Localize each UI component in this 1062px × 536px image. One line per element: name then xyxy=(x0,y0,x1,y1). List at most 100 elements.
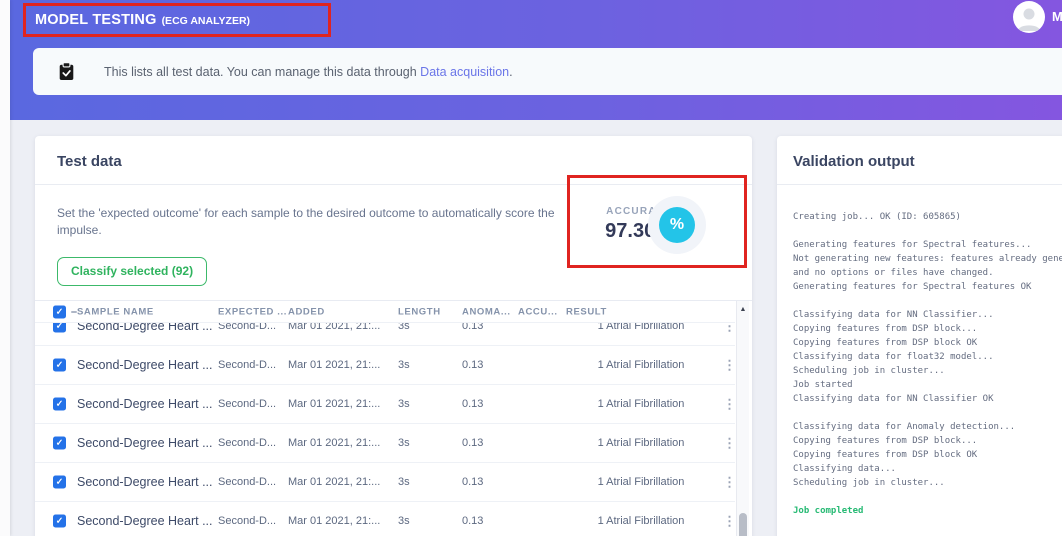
console-line: Copying features from DSP block... xyxy=(793,322,1062,336)
info-banner: This lists all test data. You can manage… xyxy=(33,48,1062,95)
classify-selected-button[interactable]: Classify selected (92) xyxy=(57,257,207,286)
cell-result: 1 Atrial Fibrillation xyxy=(566,359,716,371)
column-header-expected[interactable]: EXPECTED ... xyxy=(218,306,284,317)
vertical-dots-icon[interactable]: ⋮ xyxy=(719,476,735,489)
banner-text-before: This lists all test data. You can manage… xyxy=(104,65,420,79)
vertical-dots-icon[interactable]: ⋮ xyxy=(719,323,735,333)
person-icon xyxy=(1017,5,1041,31)
console-line: Copying features from DSP block... xyxy=(793,434,1062,448)
vertical-dots-icon[interactable]: ⋮ xyxy=(719,515,735,528)
console-line: Classifying data for NN Classifier OK xyxy=(793,392,1062,406)
cell-expected: Second-D... xyxy=(218,398,284,410)
console-line: Classifying data for Anomaly detection..… xyxy=(793,420,1062,434)
table-row[interactable]: ✓ Second-Degree Heart ...Second-D... Mar 0… xyxy=(35,385,735,424)
console-line xyxy=(793,294,1062,308)
cell-length: 3s xyxy=(398,398,458,410)
test-data-card-title: Test data xyxy=(35,136,752,185)
vertical-dots-icon[interactable]: ⋮ xyxy=(719,437,735,450)
console-line: Creating job... OK (ID: 605865) xyxy=(793,210,1062,224)
user-avatar[interactable] xyxy=(1013,1,1045,33)
cell-anomaly: 0.13 xyxy=(462,437,514,449)
cell-sample: Second-Degree Heart ... xyxy=(77,397,215,411)
console-line: Scheduling job in cluster... xyxy=(793,476,1062,490)
console-line: Generating features for Spectral feature… xyxy=(793,238,1062,252)
cell-sample: Second-Degree Heart ... xyxy=(77,323,215,333)
data-acquisition-link[interactable]: Data acquisition xyxy=(420,65,509,79)
vertical-dots-icon[interactable]: ⋮ xyxy=(719,359,735,372)
cell-sample: Second-Degree Heart ... xyxy=(77,514,215,528)
cell-length: 3s xyxy=(398,359,458,371)
table-row[interactable]: ✓ Second-Degree Heart ...Second-D... Mar 0… xyxy=(35,346,735,385)
model-testing-page: MODEL TESTING (ECG ANALYZER) M This lists… xyxy=(0,0,1062,536)
table-body: ✓Second-Degree Heart ...Second-D...Mar 0… xyxy=(35,323,735,536)
scrollbar-thumb[interactable] xyxy=(739,513,747,536)
cell-added: Mar 01 2021, 21:... xyxy=(288,437,394,449)
page-title: MODEL TESTING (ECG ANALYZER) xyxy=(35,11,250,29)
page-title-sub: (ECG ANALYZER) xyxy=(162,15,250,27)
user-name-label: M xyxy=(1052,9,1062,24)
column-header-added[interactable]: ADDED xyxy=(288,306,394,317)
cell-result: 1 Atrial Fibrillation xyxy=(566,323,716,332)
cell-length: 3s xyxy=(398,476,458,488)
cell-result: 1 Atrial Fibrillation xyxy=(566,476,716,488)
cell-sample: Second-Degree Heart ... xyxy=(77,475,215,489)
table-row[interactable]: ✓ Second-Degree Heart ...Second-D... Mar 0… xyxy=(35,424,735,463)
console-line xyxy=(793,406,1062,420)
console-line: Copying features from DSP block OK xyxy=(793,448,1062,462)
console-line: and no options or files have changed. xyxy=(793,266,1062,280)
column-header-length[interactable]: LENGTH xyxy=(398,306,458,317)
table-row[interactable]: ✓Second-Degree Heart ...Second-D...Mar 0… xyxy=(35,463,735,502)
row-checkbox[interactable]: ✓ xyxy=(53,437,66,450)
cell-length: 3s xyxy=(398,323,458,332)
column-header-anomaly[interactable]: ANOMA... xyxy=(462,306,514,317)
banner-text-after: . xyxy=(509,65,512,79)
select-all-checkbox[interactable]: ✓ xyxy=(53,305,66,318)
cell-added: Mar 01 2021, 21:... xyxy=(288,515,394,527)
table-header-row: ✓ SAMPLE NAMEEXPECTED ... ADDED LENGTH ANOM… xyxy=(35,301,735,323)
cell-result: 1 Atrial Fibrillation xyxy=(566,437,716,449)
banner-text: This lists all test data. You can manage… xyxy=(104,65,513,79)
console-line: Copying features from DSP block OK xyxy=(793,336,1062,350)
table-row[interactable]: ✓ Second-Degree Heart ...Second-D... Mar 0… xyxy=(35,502,735,536)
row-checkbox[interactable]: ✓ xyxy=(53,476,66,489)
cell-sample: Second-Degree Heart ... xyxy=(77,358,215,372)
console-line: Job started xyxy=(793,378,1062,392)
vertical-dots-icon[interactable]: ⋮ xyxy=(719,398,735,411)
cell-result: 1 Atrial Fibrillation xyxy=(566,398,716,410)
test-data-description: Set the 'expected outcome' for each samp… xyxy=(57,205,562,239)
table-scrollbar[interactable]: ▲ xyxy=(736,301,749,536)
table-row[interactable]: ✓Second-Degree Heart ...Second-D...Mar 0… xyxy=(35,323,735,346)
cell-length: 3s xyxy=(398,437,458,449)
console-line: Classifying data for NN Classifier... xyxy=(793,308,1062,322)
cell-anomaly: 0.13 xyxy=(462,323,514,332)
column-header-accuracy[interactable]: ACCU... xyxy=(518,306,562,317)
console-line: Generating features for Spectral feature… xyxy=(793,280,1062,294)
cell-added: Mar 01 2021, 21:... xyxy=(288,359,394,371)
column-header-sample[interactable]: SAMPLE NAME xyxy=(77,306,215,317)
column-header-result[interactable]: RESULT xyxy=(566,306,716,317)
cell-added: Mar 01 2021, 21:... xyxy=(288,323,394,332)
cell-added: Mar 01 2021, 21:... xyxy=(288,476,394,488)
cell-added: Mar 01 2021, 21:... xyxy=(288,398,394,410)
console-line xyxy=(793,224,1062,238)
cell-expected: Second-D... xyxy=(218,359,284,371)
cell-expected: Second-D... xyxy=(218,437,284,449)
arrow-up-icon[interactable]: ▲ xyxy=(737,301,749,313)
row-checkbox[interactable]: ✓ xyxy=(53,359,66,372)
console-line: Classifying data for float32 model... xyxy=(793,350,1062,364)
cell-sample: Second-Degree Heart ... xyxy=(77,436,215,450)
validation-output-card: Validation output Creating job... OK (ID… xyxy=(777,136,1062,536)
cell-anomaly: 0.13 xyxy=(462,398,514,410)
console-line: Classifying data... xyxy=(793,462,1062,476)
console-line xyxy=(793,490,1062,504)
row-checkbox[interactable]: ✓ xyxy=(53,398,66,411)
cell-expected: Second-D... xyxy=(218,515,284,527)
page-title-main: MODEL TESTING xyxy=(35,12,157,28)
test-data-table: ✓ SAMPLE NAMEEXPECTED ... ADDED LENGTH ANOM… xyxy=(35,300,752,536)
row-checkbox[interactable]: ✓ xyxy=(53,323,66,333)
percent-icon: % xyxy=(659,207,695,243)
cell-anomaly: 0.13 xyxy=(462,476,514,488)
console-line: Not generating new features: features al… xyxy=(793,252,1062,266)
cell-anomaly: 0.13 xyxy=(462,359,514,371)
row-checkbox[interactable]: ✓ xyxy=(53,515,66,528)
